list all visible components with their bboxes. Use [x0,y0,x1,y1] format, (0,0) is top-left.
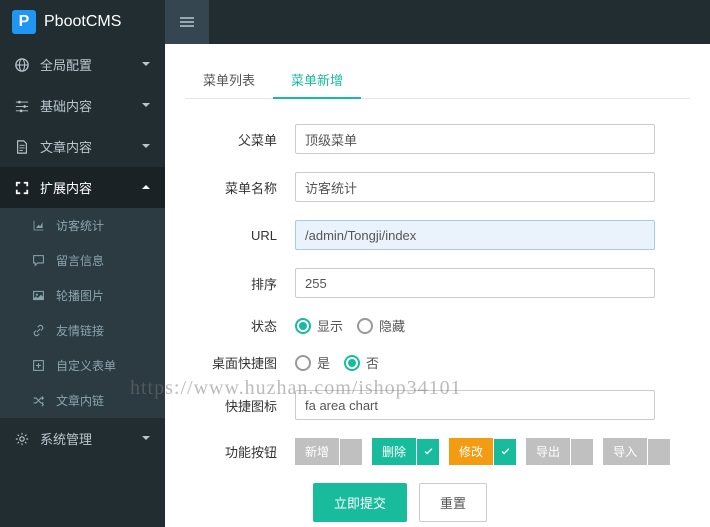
check-icon [423,446,434,457]
sidebar-sub-link[interactable]: 友情链接 [0,313,165,348]
sidebar-item-label: 文章内容 [40,137,141,156]
gear-icon [15,432,29,446]
sidebar-sub-slide[interactable]: 轮播图片 [0,278,165,313]
sidebar-item-label: 系统管理 [40,429,141,448]
radio-status-hide[interactable]: 隐藏 [357,316,405,335]
sidebar-item-label: 基础内容 [40,96,141,115]
caret-down-icon [141,59,151,69]
check-icon [500,446,511,457]
label-sort: 排序 [185,274,295,293]
sidebar-item-extend[interactable]: 扩展内容 [0,167,165,208]
globe-icon [15,58,29,72]
input-sort[interactable] [295,268,655,298]
caret-down-icon [141,141,151,151]
label-url: URL [185,228,295,243]
caret-up-icon [141,182,151,192]
sliders-icon [15,99,29,113]
brand-text: PbootCMS [44,13,121,31]
sidebar-item-label: 扩展内容 [40,178,141,197]
sidebar-sub-label: 文章内链 [56,392,104,409]
image-icon [32,289,45,302]
chart-icon [32,219,45,232]
logo-icon: P [12,10,36,34]
submit-button[interactable]: 立即提交 [313,483,407,522]
sidebar-sub-label: 自定义表单 [56,357,116,374]
label-icon: 快捷图标 [185,396,295,415]
sidebar-sub-visitor[interactable]: 访客统计 [0,208,165,243]
sidebar-toggle[interactable] [165,0,209,44]
input-icon[interactable] [295,390,655,420]
file-icon [15,140,29,154]
label-parent: 父菜单 [185,130,295,149]
fn-mod[interactable]: 修改 [449,438,516,465]
fn-add[interactable]: 新增 [295,438,362,465]
tab-add[interactable]: 菜单新增 [273,62,361,99]
radio-shortcut-no[interactable]: 否 [344,353,379,372]
expand-icon [15,181,29,195]
menu-icon [179,14,195,30]
fn-imp[interactable]: 导入 [603,438,670,465]
brand-logo: P PbootCMS [0,0,165,44]
sidebar-sub-label: 友情链接 [56,322,104,339]
sidebar-sub-label: 访客统计 [56,217,104,234]
caret-down-icon [141,100,151,110]
sidebar-sub-internal[interactable]: 文章内链 [0,383,165,418]
sidebar-sub-form[interactable]: 自定义表单 [0,348,165,383]
fn-del[interactable]: 删除 [372,438,439,465]
input-parent[interactable] [295,124,655,154]
label-name: 菜单名称 [185,178,295,197]
tabs: 菜单列表 菜单新增 [185,62,690,99]
main-content: 菜单列表 菜单新增 父菜单 菜单名称 URL 排序 状态 显示 隐藏 桌面快捷 [165,44,710,527]
sidebar-item-article[interactable]: 文章内容 [0,126,165,167]
radio-shortcut-yes[interactable]: 是 [295,353,330,372]
sidebar-item-label: 全局配置 [40,55,141,74]
link-icon [32,324,45,337]
input-name[interactable] [295,172,655,202]
plus-square-icon [32,359,45,372]
sidebar-sub-label: 轮播图片 [56,287,104,304]
label-status: 状态 [185,316,295,335]
sidebar-sub-label: 留言信息 [56,252,104,269]
radio-status-show[interactable]: 显示 [295,316,343,335]
sidebar-item-system[interactable]: 系统管理 [0,418,165,459]
tab-list[interactable]: 菜单列表 [185,62,273,98]
sidebar-item-basic[interactable]: 基础内容 [0,85,165,126]
sidebar-sub-message[interactable]: 留言信息 [0,243,165,278]
shuffle-icon [32,394,45,407]
caret-down-icon [141,433,151,443]
fn-exp[interactable]: 导出 [526,438,593,465]
reset-button[interactable]: 重置 [419,483,487,522]
input-url[interactable] [295,220,655,250]
label-shortcut: 桌面快捷图 [185,353,295,372]
label-fn: 功能按钮 [185,442,295,461]
sidebar: 全局配置 基础内容 文章内容 扩展内容 访客统计 留言信息 轮播图片 [0,44,165,527]
sidebar-item-global[interactable]: 全局配置 [0,44,165,85]
comment-icon [32,254,45,267]
